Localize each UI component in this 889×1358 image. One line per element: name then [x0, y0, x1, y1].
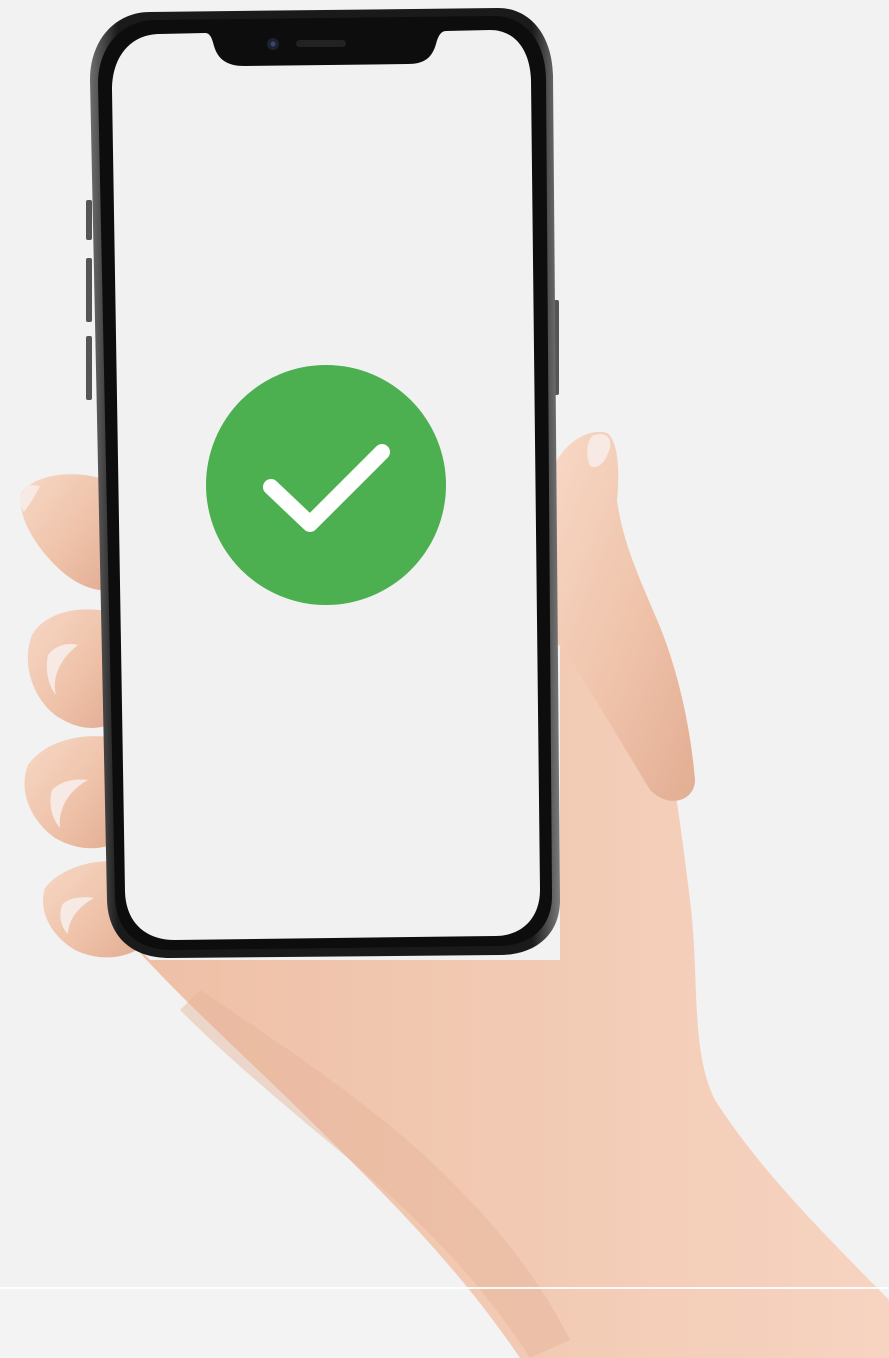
silent-switch [86, 200, 92, 240]
volume-down-button [86, 336, 92, 400]
success-circle [206, 365, 446, 605]
success-checkmark-badge [206, 365, 446, 605]
floor-divider-line [0, 1287, 889, 1289]
earpiece-speaker [296, 40, 346, 47]
product-photo-scene [0, 0, 889, 1358]
hand-holding-phone-illustration [20, 8, 889, 1358]
volume-up-button [86, 258, 92, 322]
